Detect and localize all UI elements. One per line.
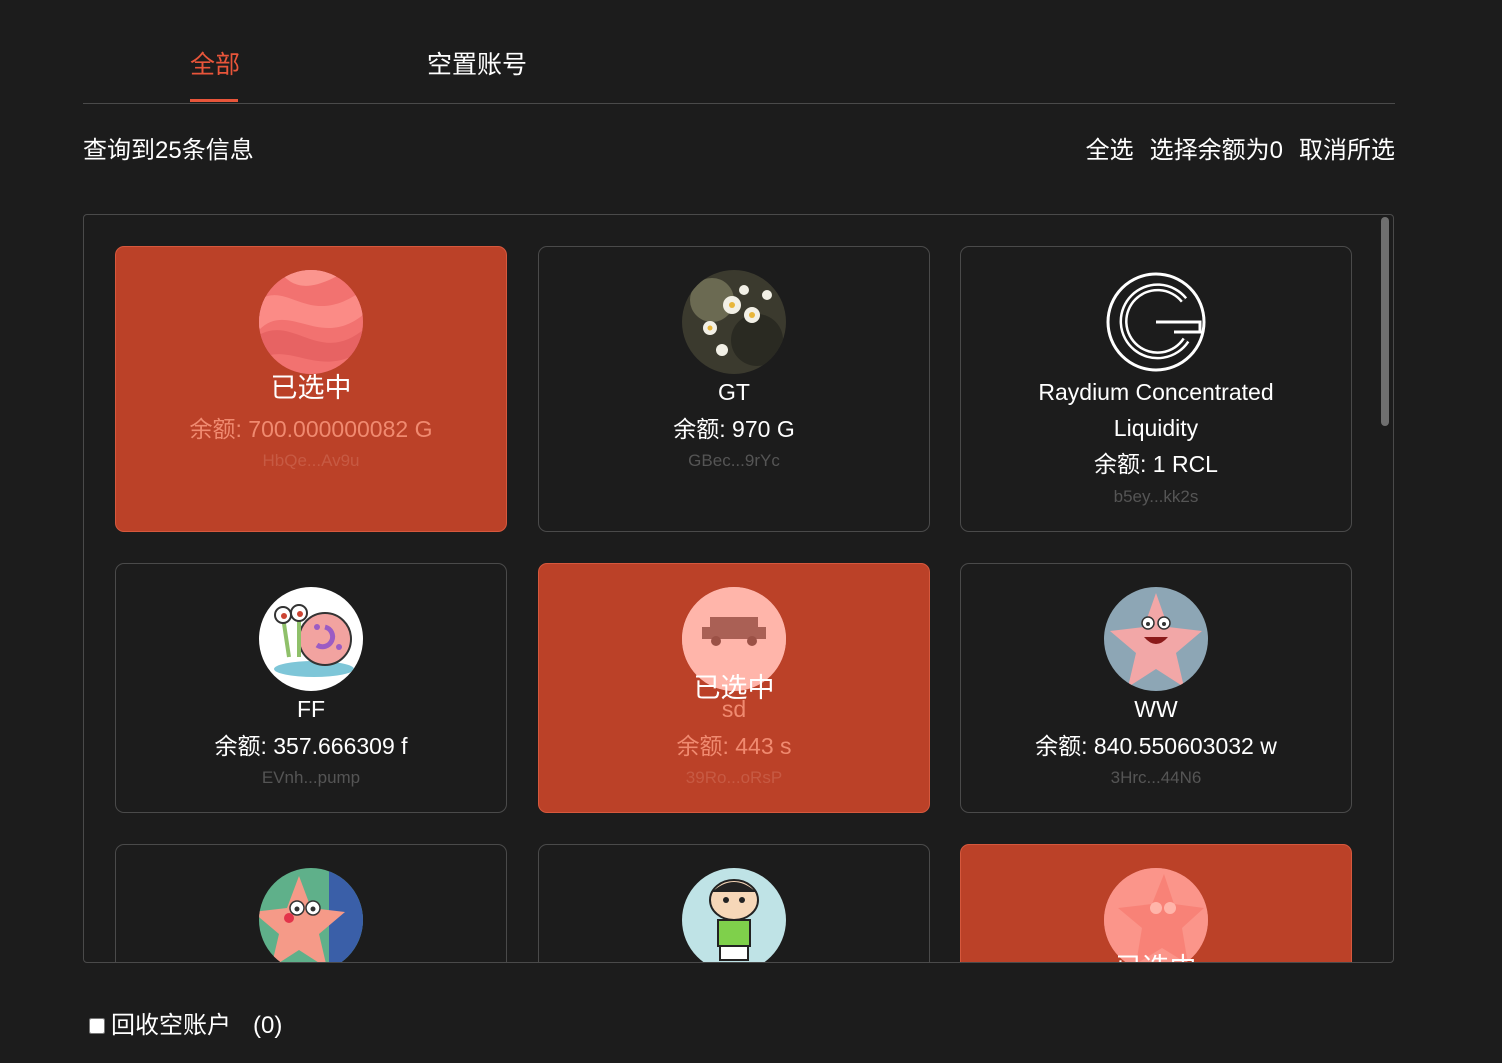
select-zero-balance-button[interactable]: 选择余额为0: [1150, 136, 1283, 166]
raydium-logo-avatar: [1104, 270, 1208, 374]
deselect-button[interactable]: 取消所选: [1299, 136, 1395, 166]
token-name-line2: Liquidity: [1113, 415, 1199, 441]
pink-abstract-avatar: [259, 270, 363, 374]
select-all-button[interactable]: 全选: [1086, 136, 1134, 166]
token-name: WW: [1134, 696, 1178, 722]
token-card[interactable]: Raydium Concentrated Liquidity 余额: 1 RCL…: [960, 246, 1352, 532]
tab-bar: 全部 空置账号: [83, 0, 1395, 104]
token-card[interactable]: WW 余额: 840.550603032 w 3Hrc...44N6: [960, 563, 1352, 813]
token-address: GBec...9rYc: [688, 451, 780, 470]
token-address: 3Hrc...44N6: [1110, 768, 1202, 787]
token-name: GT: [718, 379, 750, 405]
token-address: HbQe...Av9u: [262, 451, 360, 470]
scrollbar-thumb[interactable]: [1381, 217, 1389, 426]
recycle-empty-accounts: 回收空账户 (0): [89, 1010, 282, 1042]
patrick-star-avatar: [1104, 587, 1208, 691]
token-card[interactable]: [115, 844, 507, 962]
token-balance: 余额: 840.550603032 w: [1035, 733, 1277, 759]
active-tab-indicator: [190, 99, 238, 102]
result-count: 查询到25条信息: [83, 137, 254, 164]
token-name: FF: [296, 696, 326, 722]
token-balance: 余额: 443 s: [676, 733, 792, 759]
token-balance: 余额: 1 RCL: [1094, 451, 1218, 477]
recycle-checkbox[interactable]: [89, 1018, 105, 1034]
patrick-waving-avatar: [259, 868, 363, 962]
selected-label: 已选中: [961, 951, 1351, 962]
recycle-label: 回收空账户: [111, 1012, 231, 1039]
token-address: 39Ro...oRsP: [685, 768, 783, 787]
token-name-line1: Raydium Concentrated: [1038, 379, 1274, 405]
gary-snail-avatar: [259, 587, 363, 691]
token-card[interactable]: FF 余额: 357.666309 f EVnh...pump: [115, 563, 507, 813]
shinchan-avatar: [682, 868, 786, 962]
patrick-pink-avatar: [1104, 868, 1208, 962]
token-address: EVnh...pump: [261, 768, 361, 787]
tab-all[interactable]: 全部: [190, 48, 240, 82]
token-card[interactable]: 已选中 余额: 700.000000082 G HbQe...Av9u: [115, 246, 507, 532]
token-balance: 余额: 357.666309 f: [214, 733, 408, 759]
token-card[interactable]: 已选中: [960, 844, 1352, 962]
tab-empty-accounts[interactable]: 空置账号: [427, 48, 527, 82]
recycle-count: (0): [253, 1012, 283, 1039]
token-grid[interactable]: 已选中 余额: 700.000000082 G HbQe...Av9u GT 余…: [83, 214, 1394, 963]
daisy-flowers-avatar: [682, 270, 786, 374]
selection-actions: 全选 选择余额为0 取消所选: [1086, 136, 1395, 166]
token-card[interactable]: [538, 844, 930, 962]
token-balance: 余额: 970 G: [673, 416, 795, 442]
token-address: b5ey...kk2s: [1113, 487, 1199, 506]
token-balance: 余额: 700.000000082 G: [189, 416, 433, 442]
token-card[interactable]: GT 余额: 970 G GBec...9rYc: [538, 246, 930, 532]
token-name: sd: [721, 696, 747, 722]
token-card[interactable]: 已选中 sd 余额: 443 s 39Ro...oRsP: [538, 563, 930, 813]
selected-label: 已选中: [270, 373, 352, 403]
